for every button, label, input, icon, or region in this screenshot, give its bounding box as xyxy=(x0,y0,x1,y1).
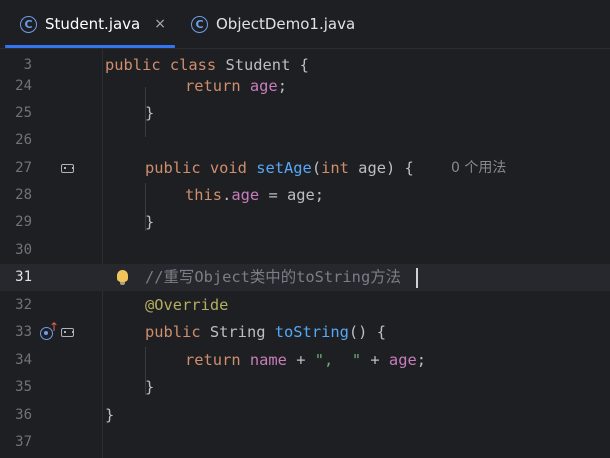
line-number: 30 xyxy=(15,242,32,258)
line-number: 32 xyxy=(15,297,32,313)
line-number: 24 xyxy=(15,78,32,94)
code-line: 25 } xyxy=(0,100,610,127)
tab-objectdemo1-java[interactable]: C ObjectDemo1.java xyxy=(191,0,355,48)
code-line: 26 xyxy=(0,127,610,154)
usages-hint[interactable]: 0 个用法 xyxy=(451,155,506,182)
code-line: 34 return name + ", " + age; xyxy=(0,347,610,374)
line-code: //重写Object类中的toString方法 xyxy=(145,268,401,286)
line-number: 31 xyxy=(15,269,32,285)
line-code: } xyxy=(105,406,115,424)
line-number: 35 xyxy=(15,379,32,395)
code-line: 27 public void setAge(int age) { 0 个用法 xyxy=(0,155,610,182)
line-number: 25 xyxy=(15,105,32,121)
line-number: 37 xyxy=(15,434,32,450)
line-code: public void setAge(int age) { xyxy=(145,159,414,177)
line-code: return age; xyxy=(185,77,287,95)
property-accessor-icon[interactable] xyxy=(61,328,74,337)
line-number: 28 xyxy=(15,187,32,203)
tab-label: Student.java xyxy=(45,15,141,33)
lightbulb-icon[interactable] xyxy=(117,270,128,285)
close-icon[interactable]: × xyxy=(154,16,166,32)
line-number: 27 xyxy=(15,160,32,176)
code-line: 35 } xyxy=(0,374,610,401)
tab-label: ObjectDemo1.java xyxy=(216,15,356,33)
line-number: 26 xyxy=(15,132,32,148)
current-code-line: 31 //重写Object类中的toString方法 xyxy=(0,264,610,291)
line-code: return name + ", " + age; xyxy=(185,351,427,369)
line-code: } xyxy=(145,104,155,122)
class-icon: C xyxy=(20,15,37,33)
line-number: 36 xyxy=(15,407,32,423)
line-code: } xyxy=(145,213,155,231)
line-number: 34 xyxy=(15,352,32,368)
code-line: 24 return age; xyxy=(0,73,610,100)
editor-tab-bar: C Student.java × C ObjectDemo1.java xyxy=(0,0,610,48)
line-number: 33 xyxy=(15,324,32,340)
property-accessor-icon[interactable] xyxy=(61,164,74,173)
code-line: 28 this.age = age; xyxy=(0,182,610,209)
code-editor[interactable]: 3 public class Student { 24 return age; … xyxy=(0,49,610,458)
tab-student-java[interactable]: C Student.java × xyxy=(20,0,166,48)
line-code: public String toString() { xyxy=(145,323,386,341)
code-line: 37 xyxy=(0,429,610,456)
code-line: 36 } xyxy=(0,402,610,429)
code-line: 29 } xyxy=(0,209,610,236)
class-run-icon: C xyxy=(191,15,208,33)
line-code: this.age = age; xyxy=(185,186,325,204)
line-code: @Override xyxy=(145,296,229,314)
up-arrow-icon: ↑ xyxy=(49,320,60,334)
line-code: } xyxy=(145,378,155,396)
code-line: 33 ↑ public String toString() { xyxy=(0,319,610,346)
text-caret xyxy=(416,268,418,288)
code-line: 32 @Override xyxy=(0,292,610,319)
line-number: 29 xyxy=(15,214,32,230)
code-line: 30 xyxy=(0,237,610,264)
